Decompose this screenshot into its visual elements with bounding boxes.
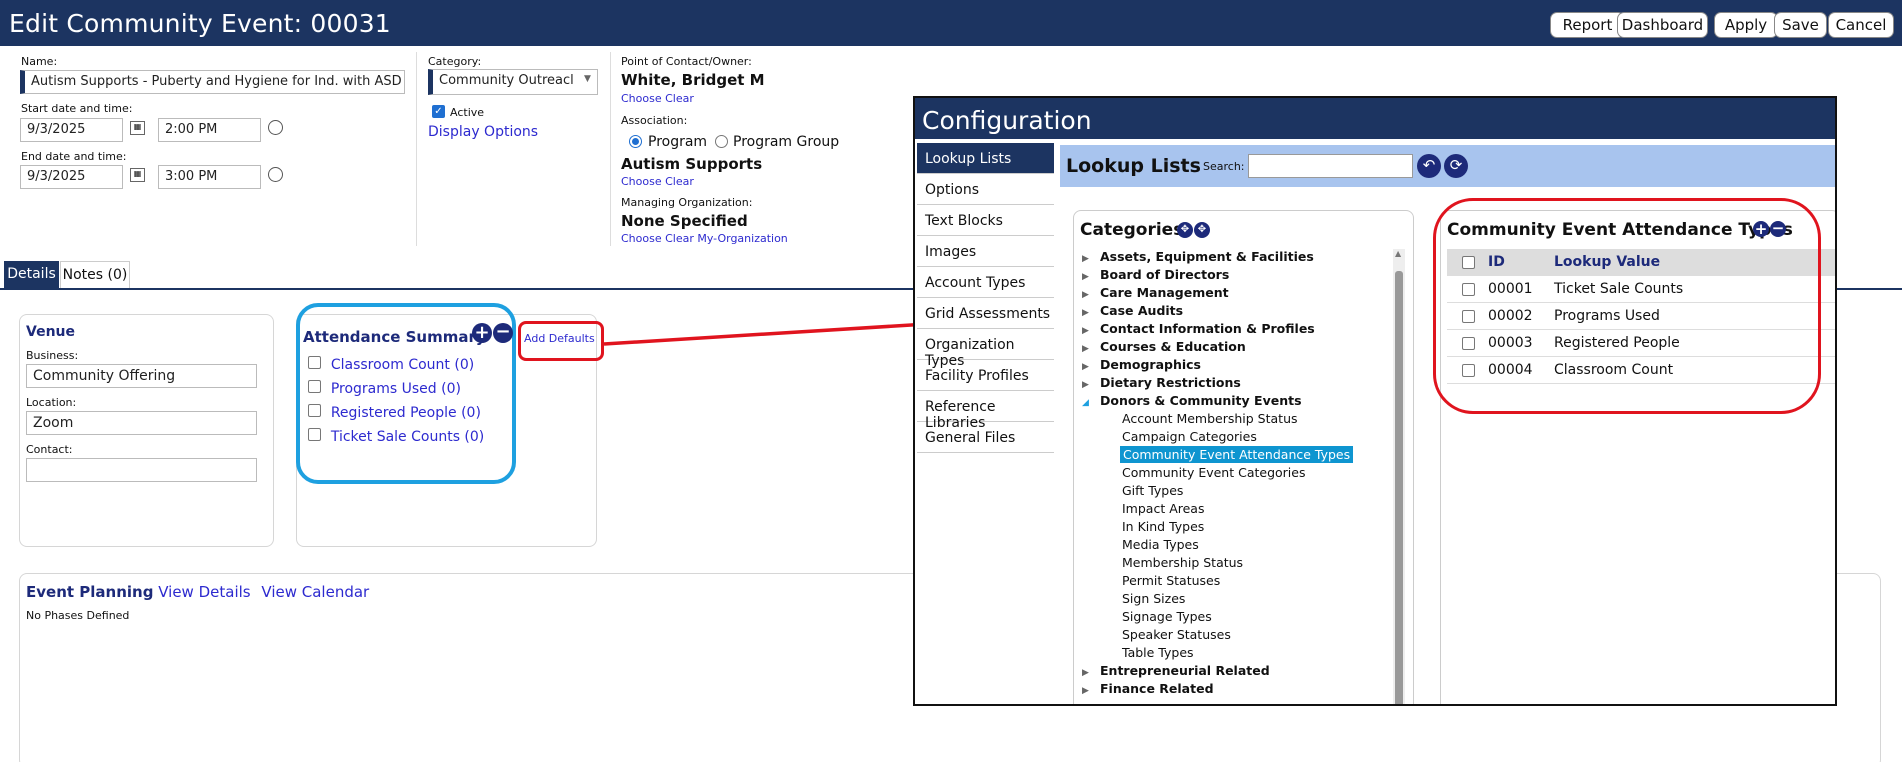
red-highlight — [1433, 198, 1821, 414]
expand-all-icon[interactable]: ✥ — [1177, 222, 1193, 238]
menu-lookup-lists[interactable]: Lookup Lists — [917, 143, 1054, 174]
menu-organization-types[interactable]: Organization Types — [917, 329, 1054, 369]
config-title: Configuration — [915, 98, 1835, 139]
search-label: Search: — [1203, 160, 1245, 173]
tree-node[interactable]: ▶ Case Audits — [1082, 302, 1392, 320]
config-menu: Lookup Lists Options Text Blocks Images … — [917, 143, 1054, 453]
menu-reference-libraries[interactable]: Reference Libraries — [917, 391, 1054, 431]
scrollbar-thumb[interactable] — [1395, 271, 1403, 704]
tree-leaf[interactable]: Speaker Statuses — [1082, 626, 1392, 644]
configuration-window: Configuration Lookup Lists Options Text … — [913, 96, 1837, 706]
tree-leaf[interactable]: Media Types — [1082, 536, 1392, 554]
tree-node[interactable]: ▶ Assets, Equipment & Facilities — [1082, 248, 1392, 266]
categories-panel: Categories ✥ ✥ ▶ Assets, Equipment & Faci… — [1073, 210, 1414, 704]
menu-options[interactable]: Options — [917, 174, 1054, 205]
tree-leaf[interactable]: Impact Areas — [1082, 500, 1392, 518]
scrollbar[interactable]: ▲ — [1393, 249, 1405, 704]
tree-leaf[interactable]: Signage Types — [1082, 608, 1392, 626]
lookup-header: Lookup Lists Search: ↶ ⟳ — [1060, 145, 1835, 187]
category-tree: ▶ Assets, Equipment & Facilities ▶ Board o… — [1082, 248, 1392, 698]
categories-title: Categories — [1080, 220, 1184, 240]
tree-node[interactable]: ▶ Courses & Education — [1082, 338, 1392, 356]
undo-icon[interactable]: ↶ — [1417, 154, 1441, 178]
tree-leaf-selected[interactable]: Community Event Attendance Types — [1082, 446, 1392, 464]
tree-leaf[interactable]: Table Types — [1082, 644, 1392, 662]
tree-node[interactable]: ▶ Board of Directors — [1082, 266, 1392, 284]
tree-node-open[interactable]: ◢ Donors & Community Events — [1082, 392, 1392, 410]
tree-leaf[interactable]: Gift Types — [1082, 482, 1392, 500]
tree-node[interactable]: ▶ Care Management — [1082, 284, 1392, 302]
tree-node[interactable]: ▶ Entrepreneurial Related — [1082, 662, 1392, 680]
tree-leaf[interactable]: Sign Sizes — [1082, 590, 1392, 608]
lookup-title: Lookup Lists — [1066, 155, 1201, 177]
tree-leaf[interactable]: Permit Statuses — [1082, 572, 1392, 590]
tree-node[interactable]: ▶ Finance Related — [1082, 680, 1392, 698]
tree-leaf[interactable]: Account Membership Status — [1082, 410, 1392, 428]
menu-grid-assessments[interactable]: Grid Assessments — [917, 298, 1054, 329]
collapse-all-icon[interactable]: ✥ — [1194, 222, 1210, 238]
search-input[interactable] — [1248, 154, 1413, 178]
tree-node[interactable]: ▶ Dietary Restrictions — [1082, 374, 1392, 392]
tree-leaf[interactable]: Campaign Categories — [1082, 428, 1392, 446]
tree-node[interactable]: ▶ Contact Information & Profiles — [1082, 320, 1392, 338]
menu-account-types[interactable]: Account Types — [917, 267, 1054, 298]
tree-leaf[interactable]: Community Event Categories — [1082, 464, 1392, 482]
menu-images[interactable]: Images — [917, 236, 1054, 267]
refresh-icon[interactable]: ⟳ — [1444, 154, 1468, 178]
tree-node[interactable]: ▶ Demographics — [1082, 356, 1392, 374]
tree-leaf[interactable]: Membership Status — [1082, 554, 1392, 572]
tree-leaf[interactable]: In Kind Types — [1082, 518, 1392, 536]
menu-text-blocks[interactable]: Text Blocks — [917, 205, 1054, 236]
